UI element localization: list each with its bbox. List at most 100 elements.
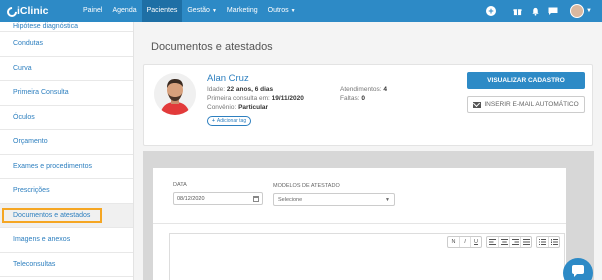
- absences-count: Faltas: 0: [340, 95, 365, 102]
- sidebar-item-imagens[interactable]: Imagens e anexos: [0, 228, 133, 253]
- chat-icon: [572, 264, 584, 277]
- nav-item-marketing[interactable]: Marketing: [222, 0, 263, 22]
- top-navbar: iClinic Painel Agenda Pacientes Gestão ▼ …: [0, 0, 602, 22]
- sidebar-item-curva[interactable]: Curva: [0, 57, 133, 81]
- patient-plan: Convênio: Particular: [207, 104, 268, 111]
- chevron-down-icon[interactable]: ▼: [586, 8, 592, 14]
- align-center-icon[interactable]: [498, 237, 509, 247]
- align-left-icon[interactable]: [487, 237, 498, 247]
- patient-first-visit: Primeira consulta em: 19/11/2020: [207, 95, 304, 102]
- nav-item-pacientes[interactable]: Pacientes: [141, 0, 183, 22]
- sidebar-item-label: Condutas: [13, 40, 43, 48]
- template-select[interactable]: Selecione ▼: [273, 193, 395, 206]
- logo-icon: [6, 6, 15, 17]
- brand-name: iClinic: [17, 5, 49, 17]
- plus-icon: +: [212, 118, 215, 124]
- sidebar-item-label: Documentos e atestados: [2, 207, 103, 223]
- format-group: N I U: [447, 236, 482, 248]
- add-tag-button[interactable]: + Adicionar tag: [207, 116, 252, 126]
- age-label: Idade:: [207, 86, 226, 93]
- sidebar-item-label: Hipótese diagnóstica: [13, 23, 78, 30]
- bold-button[interactable]: N: [448, 237, 459, 247]
- nav-label: Pacientes: [146, 7, 178, 14]
- underline-button[interactable]: U: [470, 237, 481, 247]
- first-visit-value: 19/11/2020: [271, 95, 304, 102]
- chat-icon[interactable]: [546, 4, 560, 18]
- plan-value: Particular: [238, 104, 269, 111]
- sidebar-item-hipotese-diagnostica[interactable]: Hipótese diagnóstica: [0, 22, 133, 32]
- nav-item-gestao[interactable]: Gestão ▼: [182, 0, 222, 22]
- sidebar-item-documentos[interactable]: Documentos e atestados: [0, 203, 133, 228]
- sidebar: Hipótese diagnóstica Condutas Curva Prim…: [0, 22, 134, 280]
- sidebar-item-condutas[interactable]: Condutas: [0, 32, 133, 57]
- sidebar-item-oculos[interactable]: Óculos: [0, 106, 133, 130]
- align-right-icon[interactable]: [509, 237, 520, 247]
- nav-item-painel[interactable]: Painel: [78, 0, 107, 22]
- nav-label: Painel: [83, 7, 103, 14]
- patient-card: Alan Cruz Idade: 22 anos, 6 dias Primeir…: [143, 64, 593, 146]
- sidebar-item-label: Orçamento: [13, 138, 48, 146]
- plan-label: Convênio:: [207, 104, 237, 111]
- date-value: 08/12/2020: [177, 195, 205, 202]
- template-label: MODELOS DE ATESTADO: [273, 183, 340, 189]
- sidebar-item-primeira-consulta[interactable]: Primeira Consulta: [0, 81, 133, 106]
- page-title: Documentos e atestados: [151, 41, 273, 53]
- text-editor[interactable]: N I U: [169, 233, 565, 280]
- gift-icon[interactable]: [510, 4, 524, 18]
- editor-toolbar: N I U: [443, 236, 560, 248]
- plus-circle-icon[interactable]: +: [484, 4, 498, 18]
- view-record-button[interactable]: VISUALIZAR CADASTRO: [467, 72, 585, 89]
- list-bullet-icon[interactable]: [537, 237, 548, 247]
- nav-label: Marketing: [226, 7, 258, 14]
- brand-logo[interactable]: iClinic: [6, 5, 66, 17]
- chevron-down-icon: ▼: [385, 197, 390, 203]
- nav-label: Outros: [267, 7, 289, 14]
- sidebar-item-orcamento[interactable]: Orçamento: [0, 130, 133, 155]
- sidebar-item-label: Óculos: [13, 113, 35, 121]
- calendar-icon: [253, 196, 259, 202]
- main-nav: Painel Agenda Pacientes Gestão ▼ Marketin…: [78, 0, 301, 22]
- sidebar-item-label: Exames e procedimentos: [13, 162, 92, 170]
- patient-age: Idade: 22 anos, 6 dias: [207, 86, 273, 93]
- absences-label: Faltas:: [340, 95, 360, 102]
- age-value: 22 anos, 6 dias: [226, 86, 274, 93]
- chevron-down-icon: ▼: [290, 8, 296, 14]
- italic-button[interactable]: I: [459, 237, 470, 247]
- appointments-label: Atendimentos:: [340, 86, 382, 93]
- top-icons: + ▼: [484, 0, 602, 22]
- sidebar-item-label: Curva: [13, 64, 32, 72]
- list-group: [536, 236, 560, 248]
- sidebar-item-label: Primeira Consulta: [13, 89, 69, 97]
- chevron-down-icon: ▼: [211, 8, 217, 14]
- nav-item-agenda[interactable]: Agenda: [107, 0, 141, 22]
- nav-label: Gestão: [187, 7, 210, 14]
- sidebar-item-exames[interactable]: Exames e procedimentos: [0, 155, 133, 179]
- add-tag-label: Adicionar tag: [216, 118, 247, 124]
- divider: [153, 223, 566, 224]
- sidebar-item-label: Prescrições: [13, 187, 50, 195]
- align-group: [486, 236, 532, 248]
- appointments-value: 4: [383, 86, 387, 93]
- avatar[interactable]: [570, 4, 585, 18]
- nav-item-outros[interactable]: Outros ▼: [263, 0, 301, 22]
- list-number-icon[interactable]: [548, 237, 559, 247]
- mail-icon: [473, 101, 482, 108]
- support-chat-button[interactable]: [563, 258, 593, 280]
- sidebar-item-label: Teleconsultas: [13, 260, 56, 268]
- bell-icon[interactable]: [528, 4, 542, 18]
- date-input[interactable]: 08/12/2020: [173, 192, 263, 205]
- sidebar-item-teleconsultas[interactable]: Teleconsultas: [0, 253, 133, 277]
- absences-value: 0: [361, 95, 365, 102]
- appointments-count: Atendimentos: 4: [340, 86, 387, 93]
- template-value: Selecione: [278, 196, 303, 203]
- main-content: Documentos e atestados Alan Cruz Idade: …: [134, 22, 602, 280]
- insert-auto-email-button[interactable]: INSERIR E-MAIL AUTOMÁTICO: [467, 96, 585, 113]
- nav-label: Agenda: [112, 7, 137, 14]
- sidebar-item-prescricoes[interactable]: Prescrições: [0, 179, 133, 204]
- patient-photo: [154, 73, 196, 115]
- align-justify-icon[interactable]: [520, 237, 531, 247]
- sidebar-item-label: Imagens e anexos: [13, 236, 71, 244]
- patient-name[interactable]: Alan Cruz: [207, 73, 249, 84]
- date-label: DATA: [173, 182, 187, 188]
- first-visit-label: Primeira consulta em:: [207, 95, 270, 102]
